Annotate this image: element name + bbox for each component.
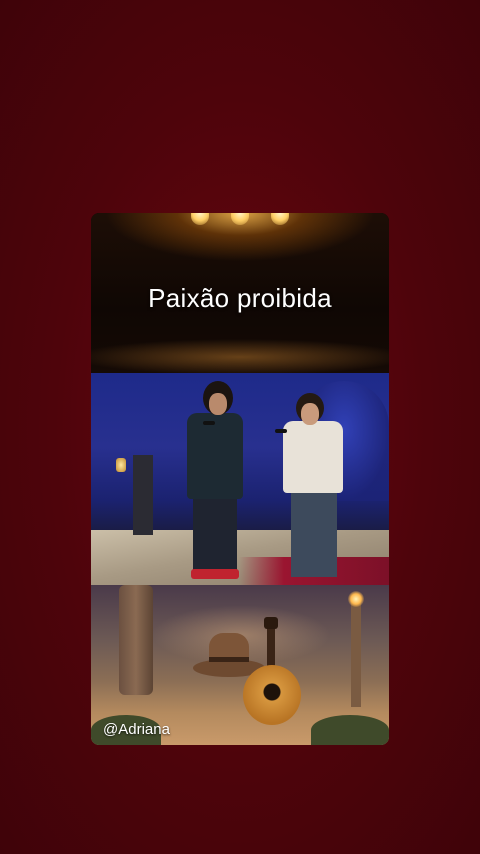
- creator-watermark: @Adriana: [103, 721, 170, 738]
- spotlight-icon: [191, 213, 209, 225]
- spotlight-icon: [231, 213, 249, 225]
- spotlight-icon: [271, 213, 289, 225]
- video-title: Paixão proibida: [148, 283, 332, 313]
- desert-guitar-scene: @Adriana: [91, 585, 389, 745]
- video-card[interactable]: Paixão proibida @Adriana: [91, 213, 389, 745]
- concert-photo: [91, 373, 389, 585]
- lamp-icon: [348, 591, 364, 607]
- stage-lights-panel: Paixão proibida: [91, 213, 389, 373]
